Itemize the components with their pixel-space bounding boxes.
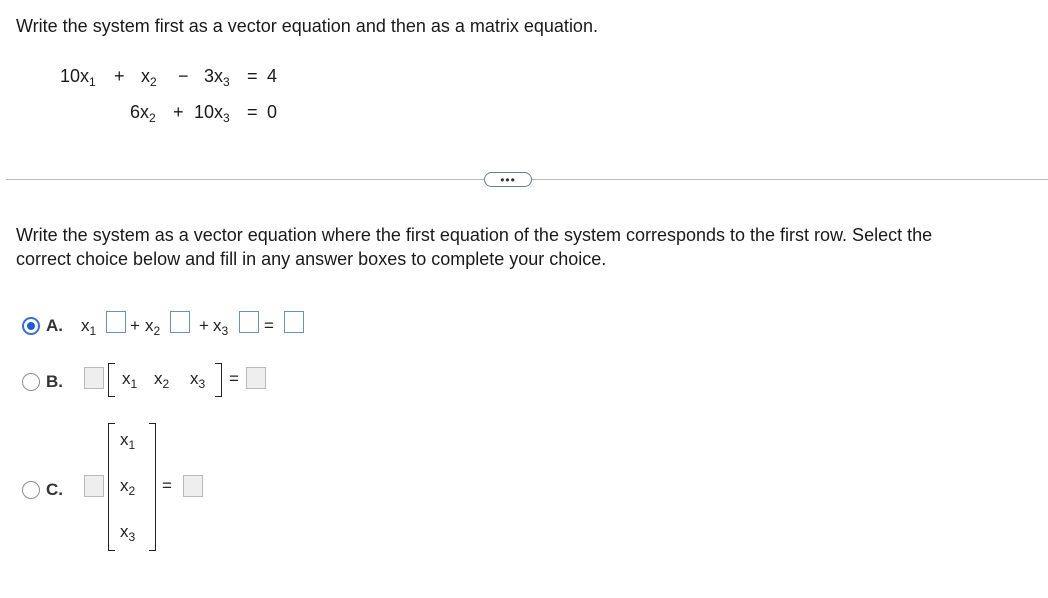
operator: + xyxy=(173,102,184,122)
choice-c-letter: C. xyxy=(46,480,63,499)
choice-a-var-1: x1 xyxy=(81,316,97,338)
rhs-value: 0 xyxy=(267,102,278,122)
choice-c-var-3: x3 xyxy=(120,522,136,544)
choice-a-var-3: x3 xyxy=(213,316,229,338)
right-bracket xyxy=(215,363,222,397)
choice-b-var-1: x1 xyxy=(122,369,138,391)
equation-row-1: 10x1 xyxy=(60,66,96,89)
rhs-value: 4 xyxy=(267,66,278,86)
choice-a-answer-box-1[interactable] xyxy=(106,311,126,333)
choice-c-var-2: x2 xyxy=(120,476,136,498)
choice-b-var-2: x2 xyxy=(154,369,170,391)
equals-sign: = xyxy=(247,66,258,86)
choice-a-answer-box-2[interactable] xyxy=(170,311,190,333)
choice-a-answer-box-3[interactable] xyxy=(239,311,259,333)
coef-term: 6x2 xyxy=(130,102,156,125)
operator: − xyxy=(178,66,189,86)
left-bracket xyxy=(108,363,115,397)
choice-c-matrix-box[interactable] xyxy=(84,475,104,497)
equals-sign: = xyxy=(229,369,239,388)
choice-c-var-1: x1 xyxy=(120,430,136,452)
more-options-button[interactable]: ••• xyxy=(484,172,532,187)
plus-sign: + xyxy=(130,316,140,335)
choice-c-radio[interactable] xyxy=(22,481,40,499)
coef-term: 3x3 xyxy=(204,66,230,89)
right-bracket xyxy=(149,423,156,551)
choice-a-var-2: x2 xyxy=(145,316,161,338)
question-prompt: Write the system first as a vector equat… xyxy=(16,16,598,36)
choice-b-rhs-box[interactable] xyxy=(246,367,266,389)
choice-a-radio[interactable] xyxy=(22,317,40,335)
choice-c-rhs-box[interactable] xyxy=(183,475,203,497)
equals-sign: = xyxy=(264,316,274,335)
coef-term: 10x xyxy=(60,66,90,86)
choice-b-letter: B. xyxy=(46,372,63,391)
instruction-line-2: correct choice below and fill in any ans… xyxy=(16,249,607,269)
choice-b-matrix-box[interactable] xyxy=(84,367,104,389)
instruction-line-1: Write the system as a vector equation wh… xyxy=(16,225,933,245)
choice-b-radio[interactable] xyxy=(22,373,40,391)
coef-term: 10x3 xyxy=(194,102,230,125)
choice-a-answer-box-rhs[interactable] xyxy=(284,311,304,333)
choice-b-var-3: x3 xyxy=(190,369,206,391)
left-bracket xyxy=(108,423,115,551)
equals-sign: = xyxy=(247,102,258,122)
coef-term: x2 xyxy=(141,66,157,89)
choice-a-letter: A. xyxy=(46,316,63,335)
equals-sign: = xyxy=(162,476,172,495)
operator: + xyxy=(114,66,125,86)
plus-sign: + xyxy=(199,316,209,335)
